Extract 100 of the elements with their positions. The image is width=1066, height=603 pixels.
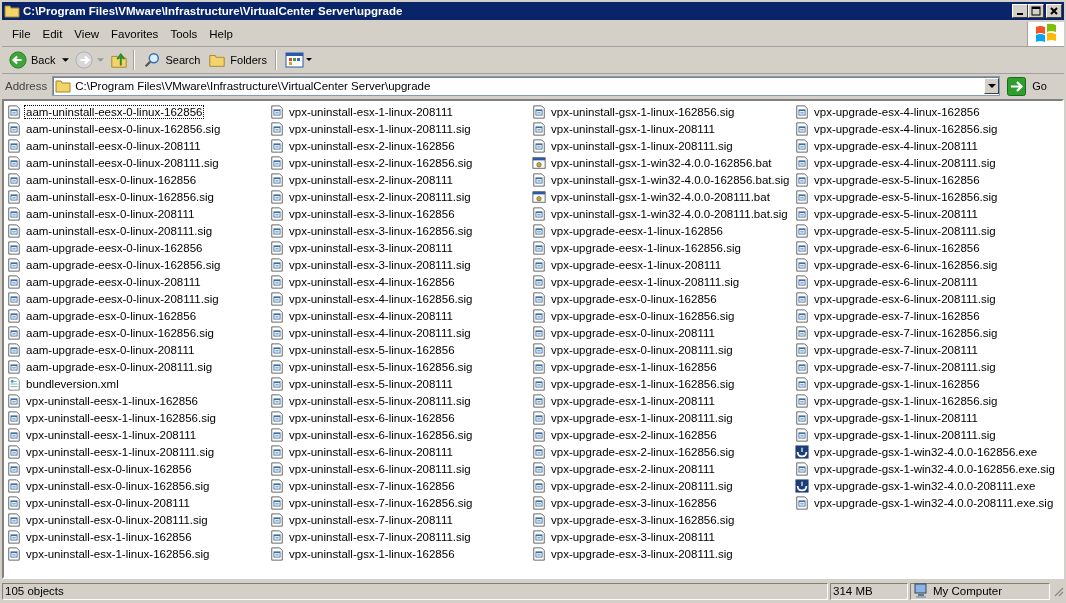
list-entry[interactable]: vpx-upgrade-gsx-1-win32-4.0.0-208111.exe.sig bbox=[795, 494, 1059, 511]
list-entry[interactable]: vpx-upgrade-esx-2-linux-208111 bbox=[532, 460, 795, 477]
list-entry[interactable]: vpx-uninstall-esx-6-linux-162856 bbox=[270, 409, 532, 426]
list-entry[interactable]: vpx-upgrade-esx-0-linux-162856.sig bbox=[532, 307, 795, 324]
list-entry[interactable]: vpx-upgrade-esx-5-linux-208111.sig bbox=[795, 222, 1059, 239]
list-entry[interactable]: aam-uninstall-esx-0-linux-208111.sig bbox=[7, 222, 270, 239]
list-entry[interactable]: vpx-uninstall-esx-2-linux-208111.sig bbox=[270, 188, 532, 205]
list-entry[interactable]: vpx-upgrade-esx-4-linux-162856.sig bbox=[795, 120, 1059, 137]
list-entry[interactable]: vpx-uninstall-esx-1-linux-208111.sig bbox=[270, 120, 532, 137]
resize-grip-icon[interactable] bbox=[1052, 585, 1064, 597]
list-entry[interactable]: aam-upgrade-esx-0-linux-208111 bbox=[7, 341, 270, 358]
list-entry[interactable]: vpx-uninstall-esx-0-linux-162856 bbox=[7, 460, 270, 477]
list-entry[interactable]: aam-uninstall-eesx-0-linux-162856.sig bbox=[7, 120, 270, 137]
list-entry[interactable]: vpx-upgrade-eesx-1-linux-208111 bbox=[532, 256, 795, 273]
list-entry[interactable]: vpx-upgrade-gsx-1-win32-4.0.0-162856.exe bbox=[795, 443, 1059, 460]
list-entry[interactable]: vpx-upgrade-esx-3-linux-208111 bbox=[532, 528, 795, 545]
list-entry[interactable]: vpx-uninstall-gsx-1-win32-4.0.0-208111.bat.sig bbox=[532, 205, 795, 222]
list-entry[interactable]: vpx-uninstall-esx-5-linux-162856 bbox=[270, 341, 532, 358]
list-entry[interactable]: vpx-uninstall-esx-4-linux-208111 bbox=[270, 307, 532, 324]
list-entry[interactable]: vpx-uninstall-eesx-1-linux-162856 bbox=[7, 392, 270, 409]
dropdown-button[interactable] bbox=[984, 78, 1000, 94]
list-entry[interactable]: vpx-uninstall-esx-4-linux-162856.sig bbox=[270, 290, 532, 307]
list-entry[interactable]: aam-upgrade-esx-0-linux-162856.sig bbox=[7, 324, 270, 341]
list-entry[interactable]: vpx-upgrade-eesx-1-linux-162856 bbox=[532, 222, 795, 239]
menu-item[interactable]: Favorites bbox=[105, 26, 165, 42]
list-entry[interactable]: vpx-upgrade-esx-1-linux-162856.sig bbox=[532, 375, 795, 392]
list-entry[interactable]: vpx-upgrade-esx-7-linux-208111 bbox=[795, 341, 1059, 358]
caret-icon[interactable] bbox=[62, 57, 70, 63]
list-entry[interactable]: aam-uninstall-esx-0-linux-162856 bbox=[7, 171, 270, 188]
list-entry[interactable]: vpx-upgrade-esx-1-linux-162856 bbox=[532, 358, 795, 375]
list-entry[interactable]: vpx-uninstall-esx-0-linux-208111 bbox=[7, 494, 270, 511]
list-entry[interactable]: vpx-uninstall-esx-7-linux-162856.sig bbox=[270, 494, 532, 511]
minimize-button[interactable] bbox=[1012, 4, 1028, 18]
list-entry[interactable]: aam-upgrade-eesx-0-linux-208111 bbox=[7, 273, 270, 290]
list-entry[interactable]: vpx-upgrade-esx-6-linux-162856.sig bbox=[795, 256, 1059, 273]
folders-button[interactable]: Folders bbox=[205, 50, 270, 70]
list-entry[interactable]: vpx-uninstall-esx-1-linux-162856 bbox=[7, 528, 270, 545]
list-entry[interactable]: aam-upgrade-esx-0-linux-162856 bbox=[7, 307, 270, 324]
list-entry[interactable]: vpx-uninstall-eesx-1-linux-208111 bbox=[7, 426, 270, 443]
list-entry[interactable]: vpx-uninstall-esx-6-linux-208111.sig bbox=[270, 460, 532, 477]
list-entry[interactable]: vpx-uninstall-gsx-1-linux-162856 bbox=[270, 545, 532, 562]
list-entry[interactable]: vpx-uninstall-esx-1-linux-162856.sig bbox=[7, 545, 270, 562]
search-button[interactable]: Search bbox=[140, 50, 204, 70]
list-entry[interactable]: vpx-upgrade-esx-0-linux-208111 bbox=[532, 324, 795, 341]
list-entry[interactable]: vpx-upgrade-esx-2-linux-162856.sig bbox=[532, 443, 795, 460]
list-entry[interactable]: vpx-uninstall-gsx-1-win32-4.0.0-208111.bat bbox=[532, 188, 795, 205]
list-entry[interactable]: vpx-uninstall-esx-2-linux-208111 bbox=[270, 171, 532, 188]
list-entry[interactable]: vpx-upgrade-esx-2-linux-162856 bbox=[532, 426, 795, 443]
list-entry[interactable]: aam-upgrade-eesx-0-linux-162856 bbox=[7, 239, 270, 256]
list-entry[interactable]: vpx-uninstall-esx-0-linux-162856.sig bbox=[7, 477, 270, 494]
list-entry[interactable]: vpx-upgrade-esx-3-linux-208111.sig bbox=[532, 545, 795, 562]
list-entry[interactable]: vpx-uninstall-esx-4-linux-162856 bbox=[270, 273, 532, 290]
list-entry[interactable]: aam-upgrade-eesx-0-linux-162856.sig bbox=[7, 256, 270, 273]
list-entry[interactable]: vpx-upgrade-esx-3-linux-162856 bbox=[532, 494, 795, 511]
list-entry[interactable]: aam-uninstall-esx-0-linux-162856.sig bbox=[7, 188, 270, 205]
list-entry[interactable]: vpx-uninstall-esx-3-linux-162856.sig bbox=[270, 222, 532, 239]
list-entry[interactable]: aam-uninstall-esx-0-linux-208111 bbox=[7, 205, 270, 222]
list-entry[interactable]: vpx-uninstall-esx-7-linux-162856 bbox=[270, 477, 532, 494]
list-entry[interactable]: vpx-upgrade-esx-3-linux-162856.sig bbox=[532, 511, 795, 528]
list-entry[interactable]: vpx-uninstall-esx-1-linux-208111 bbox=[270, 103, 532, 120]
list-entry[interactable]: vpx-upgrade-esx-0-linux-162856 bbox=[532, 290, 795, 307]
list-entry[interactable]: vpx-upgrade-gsx-1-linux-208111.sig bbox=[795, 426, 1059, 443]
address-field[interactable]: C:\Program Files\VMware\Infrastructure\VirtualCenter Server\upgrade bbox=[52, 76, 1001, 96]
list-entry[interactable]: vpx-uninstall-gsx-1-win32-4.0.0-162856.bat.sig bbox=[532, 171, 795, 188]
close-button[interactable] bbox=[1046, 4, 1062, 18]
list-entry[interactable]: vpx-upgrade-esx-1-linux-208111 bbox=[532, 392, 795, 409]
menu-item[interactable]: Tools bbox=[164, 26, 204, 42]
list-entry[interactable]: vpx-upgrade-esx-5-linux-162856.sig bbox=[795, 188, 1059, 205]
list-entry[interactable]: vpx-upgrade-esx-6-linux-162856 bbox=[795, 239, 1059, 256]
list-entry[interactable]: vpx-upgrade-esx-7-linux-162856.sig bbox=[795, 324, 1059, 341]
list-entry[interactable]: vpx-uninstall-eesx-1-linux-208111.sig bbox=[7, 443, 270, 460]
list-entry[interactable]: aam-upgrade-eesx-0-linux-208111.sig bbox=[7, 290, 270, 307]
list-entry[interactable]: bundleversion.xml bbox=[7, 375, 270, 392]
up-folder-button[interactable] bbox=[110, 51, 129, 69]
list-entry[interactable]: vpx-uninstall-gsx-1-linux-208111.sig bbox=[532, 137, 795, 154]
list-entry[interactable]: vpx-uninstall-gsx-1-linux-208111 bbox=[532, 120, 795, 137]
list-entry[interactable]: vpx-upgrade-esx-1-linux-208111.sig bbox=[532, 409, 795, 426]
go-button[interactable]: Go bbox=[1003, 76, 1061, 96]
list-entry[interactable]: aam-uninstall-eesx-0-linux-208111 bbox=[7, 137, 270, 154]
back-button[interactable]: Back bbox=[6, 50, 59, 70]
menu-item[interactable]: View bbox=[68, 26, 106, 42]
list-entry[interactable]: vpx-upgrade-esx-0-linux-208111.sig bbox=[532, 341, 795, 358]
list-entry[interactable]: vpx-uninstall-esx-0-linux-208111.sig bbox=[7, 511, 270, 528]
list-entry[interactable]: vpx-upgrade-esx-4-linux-162856 bbox=[795, 103, 1059, 120]
maximize-button[interactable] bbox=[1028, 4, 1044, 18]
list-entry[interactable]: vpx-uninstall-esx-5-linux-208111 bbox=[270, 375, 532, 392]
list-entry[interactable]: vpx-uninstall-gsx-1-linux-162856.sig bbox=[532, 103, 795, 120]
list-entry[interactable]: vpx-upgrade-gsx-1-win32-4.0.0-162856.exe.sig bbox=[795, 460, 1059, 477]
list-entry[interactable]: vpx-uninstall-esx-2-linux-162856 bbox=[270, 137, 532, 154]
list-entry[interactable]: vpx-uninstall-esx-6-linux-208111 bbox=[270, 443, 532, 460]
list-entry[interactable]: vpx-upgrade-esx-7-linux-162856 bbox=[795, 307, 1059, 324]
list-entry[interactable]: vpx-upgrade-gsx-1-linux-208111 bbox=[795, 409, 1059, 426]
list-entry[interactable]: vpx-upgrade-esx-4-linux-208111.sig bbox=[795, 154, 1059, 171]
list-entry[interactable]: vpx-upgrade-esx-4-linux-208111 bbox=[795, 137, 1059, 154]
list-entry[interactable]: vpx-uninstall-esx-3-linux-162856 bbox=[270, 205, 532, 222]
menu-item[interactable]: Edit bbox=[36, 26, 69, 42]
list-entry[interactable]: vpx-upgrade-gsx-1-linux-162856 bbox=[795, 375, 1059, 392]
list-entry[interactable]: vpx-uninstall-esx-6-linux-162856.sig bbox=[270, 426, 532, 443]
list-entry[interactable]: vpx-upgrade-eesx-1-linux-208111.sig bbox=[532, 273, 795, 290]
list-entry[interactable]: vpx-uninstall-esx-3-linux-208111 bbox=[270, 239, 532, 256]
